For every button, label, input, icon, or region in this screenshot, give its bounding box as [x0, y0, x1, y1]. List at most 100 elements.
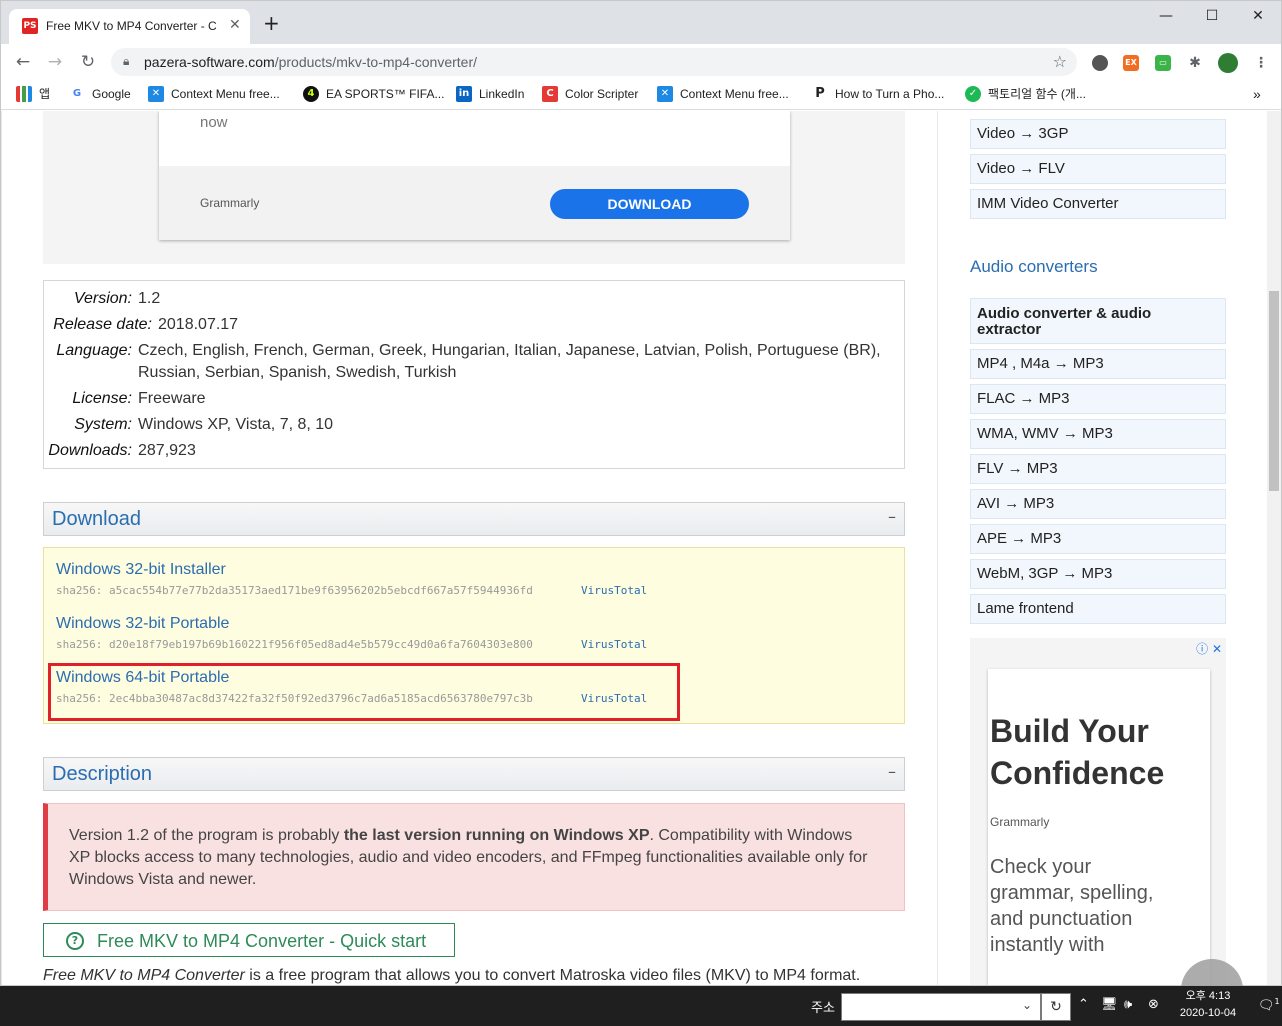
- sha256-hash: sha256: d20e18f79eb197b69b160221f956f05e…: [56, 638, 533, 651]
- ad-close-icon[interactable]: ⓘ ✕: [1196, 640, 1222, 657]
- context-menu-icon: ✕: [657, 86, 673, 102]
- ime-icon[interactable]: ⊗: [1148, 997, 1159, 1012]
- download-list: Windows 32-bit Installer sha256: a5cac55…: [43, 547, 905, 724]
- collapse-icon[interactable]: –: [888, 762, 896, 781]
- audio-converters-heading: Audio converters: [970, 257, 1098, 276]
- close-window-button[interactable]: ✕: [1235, 5, 1281, 29]
- ad-headline: Build Your Confidence: [990, 713, 1165, 791]
- bookmark-context-menu-1[interactable]: ✕ Context Menu free...: [148, 86, 280, 104]
- ad-text: now: [200, 114, 228, 131]
- download-link-win32-portable[interactable]: Windows 32-bit Portable: [56, 615, 229, 633]
- bookmark-how-to-turn[interactable]: P How to Turn a Pho...: [812, 86, 944, 104]
- sha256-hash: sha256: a5cac554b77e77b2da35173aed171be9…: [56, 584, 533, 597]
- reload-icon[interactable]: ↻: [76, 51, 100, 73]
- linkedin-icon: in: [456, 86, 472, 102]
- tab-strip: PS Free MKV to MP4 Converter - C ✕ + — ☐…: [1, 1, 1281, 44]
- context-menu-icon: ✕: [148, 86, 164, 102]
- bookmark-ea-sports[interactable]: 4 EA SPORTS™ FIFA...: [303, 86, 444, 104]
- main-content: now Grammarly DOWNLOAD Version: 1.2 Relea…: [1, 111, 937, 985]
- bookmark-context-menu-2[interactable]: ✕ Context Menu free...: [657, 86, 789, 104]
- sidebar-item-imm-video-converter[interactable]: IMM Video Converter: [970, 189, 1226, 219]
- notification-icon[interactable]: 🗨︎1: [1258, 997, 1280, 1013]
- ad-banner-side: ⓘ ✕ Build Your Confidence Grammarly Chec…: [970, 638, 1226, 985]
- address-toolbar-input[interactable]: ⌄: [841, 993, 1041, 1021]
- profile-avatar[interactable]: [1218, 53, 1238, 73]
- lock-icon: 🔒︎: [123, 54, 130, 68]
- virustotal-link[interactable]: VirusTotal: [581, 584, 647, 597]
- bookmark-star-icon[interactable]: ☆: [1053, 52, 1067, 71]
- sidebar-item-flac-mp3[interactable]: FLAC → MP3: [970, 384, 1226, 414]
- ad-body: Check your grammar, spelling, and punctu…: [990, 856, 1154, 956]
- volume-icon[interactable]: 🕪︎: [1124, 997, 1132, 1012]
- back-arrow-icon[interactable]: ←: [11, 51, 35, 73]
- forward-arrow-icon[interactable]: →: [43, 51, 67, 73]
- description-section-header[interactable]: Description –: [43, 757, 905, 791]
- extension-ex-icon[interactable]: EX: [1123, 55, 1139, 71]
- new-tab-button[interactable]: +: [263, 13, 280, 33]
- ea-sports-icon: 4: [303, 86, 319, 102]
- quick-start-button[interactable]: ? Free MKV to MP4 Converter - Quick star…: [43, 923, 455, 957]
- sidebar-item-avi-mp3[interactable]: AVI → MP3: [970, 489, 1226, 519]
- sidebar-item-mp4-mp3[interactable]: MP4 , M4a → MP3: [970, 349, 1226, 379]
- ad-brand: Grammarly: [990, 815, 1050, 829]
- ad-card[interactable]: now Grammarly DOWNLOAD: [159, 111, 790, 240]
- url-text[interactable]: pazera-software.com/products/mkv-to-mp4-…: [144, 54, 477, 70]
- web-page: now Grammarly DOWNLOAD Version: 1.2 Relea…: [1, 111, 1267, 985]
- bookmarks-bar: 앱 G Google ✕ Context Menu free... 4 EA SPOR…: [1, 80, 1281, 110]
- virustotal-link[interactable]: VirusTotal: [581, 638, 647, 651]
- refresh-icon[interactable]: ↻: [1041, 993, 1071, 1021]
- collapse-icon[interactable]: –: [888, 507, 896, 526]
- sidebar-item-lame-frontend[interactable]: Lame frontend: [970, 594, 1226, 624]
- description-section-title: Description: [52, 763, 153, 785]
- tab-active[interactable]: PS Free MKV to MP4 Converter - C ✕: [9, 9, 250, 44]
- bookmark-apps[interactable]: 앱: [16, 86, 50, 104]
- extension-green-icon[interactable]: ▭: [1155, 55, 1171, 71]
- sidebar-item-ape-mp3[interactable]: APE → MP3: [970, 524, 1226, 554]
- warning-text: Version 1.2 of the program is probably t…: [69, 827, 868, 888]
- download-section-header[interactable]: Download –: [43, 502, 905, 536]
- question-circle-icon: ?: [66, 932, 84, 950]
- ad-brand: Grammarly: [200, 196, 260, 210]
- sidebar-item-wma-mp3[interactable]: WMA, WMV → MP3: [970, 419, 1226, 449]
- minimize-button[interactable]: —: [1143, 5, 1189, 29]
- vertical-scrollbar[interactable]: [1267, 111, 1281, 985]
- download-section-title: Download: [52, 508, 141, 530]
- download-link-win32-installer[interactable]: Windows 32-bit Installer: [56, 561, 226, 579]
- extension-circle-icon[interactable]: [1092, 55, 1108, 71]
- maximize-button[interactable]: ☐: [1189, 5, 1235, 29]
- bookmark-factorial[interactable]: ✓ 팩토리얼 함수 (개...: [965, 86, 1086, 104]
- sidebar-item-video-flv[interactable]: Video → FLV: [970, 154, 1226, 184]
- browser-window: PS Free MKV to MP4 Converter - C ✕ + — ☐…: [0, 0, 1282, 986]
- tab-close-icon[interactable]: ✕: [229, 17, 241, 33]
- network-icon[interactable]: 🖥︎: [1101, 997, 1118, 1012]
- download-link-win64-portable[interactable]: Windows 64-bit Portable: [56, 669, 229, 687]
- virustotal-link[interactable]: VirusTotal: [581, 692, 647, 705]
- bookmark-linkedin[interactable]: in LinkedIn: [456, 86, 524, 104]
- download-item: Windows 32-bit Portable sha256: d20e18f7…: [56, 615, 647, 651]
- extensions-puzzle-icon[interactable]: ✱: [1187, 55, 1203, 71]
- tray-up-arrow-icon[interactable]: ⌃: [1078, 997, 1089, 1012]
- product-info-box: Version: 1.2 Release date: 2018.07.17 Lang…: [43, 280, 905, 469]
- bookmark-color-scripter[interactable]: C Color Scripter: [542, 86, 638, 104]
- address-bar[interactable]: 🔒︎ pazera-software.com/products/mkv-to-m…: [111, 48, 1077, 76]
- xp-warning-box: Version 1.2 of the program is probably t…: [43, 803, 905, 911]
- sidebar-item-video-3gp[interactable]: Video → 3GP: [970, 119, 1226, 149]
- sha256-hash: sha256: 2ec4bba30487ac8d37422fa32f50f92e…: [56, 692, 533, 705]
- ad-download-button[interactable]: DOWNLOAD: [550, 189, 749, 219]
- chevron-down-icon[interactable]: ⌄: [1022, 998, 1032, 1012]
- system-clock[interactable]: 오후 4:13 2020-10-04: [1170, 988, 1246, 1022]
- intro-text: Free MKV to MP4 Converter is a free prog…: [43, 967, 861, 984]
- scrollbar-thumb[interactable]: [1269, 291, 1279, 491]
- apps-grid-icon: [16, 86, 32, 102]
- bookmarks-overflow-icon[interactable]: »: [1253, 86, 1261, 104]
- tab-title: Free MKV to MP4 Converter - C: [46, 19, 217, 33]
- sidebar-item-flv-mp3[interactable]: FLV → MP3: [970, 454, 1226, 484]
- windows-taskbar: 주소 ⌄ ↻ ⌃ 🖥︎ 🕪︎ ⊗ 오후 4:13 2020-10-04 🗨︎1: [0, 986, 1282, 1026]
- bookmark-google[interactable]: G Google: [69, 86, 131, 104]
- browser-menu-icon[interactable]: ⋮: [1253, 55, 1269, 71]
- sidebar-item-webm-mp3[interactable]: WebM, 3GP → MP3: [970, 559, 1226, 589]
- color-scripter-icon: C: [542, 86, 558, 102]
- sidebar-item-audio-extractor[interactable]: Audio converter & audio extractor: [970, 298, 1226, 344]
- download-item: Windows 64-bit Portable sha256: 2ec4bba3…: [56, 669, 647, 705]
- p-site-icon: P: [812, 86, 828, 102]
